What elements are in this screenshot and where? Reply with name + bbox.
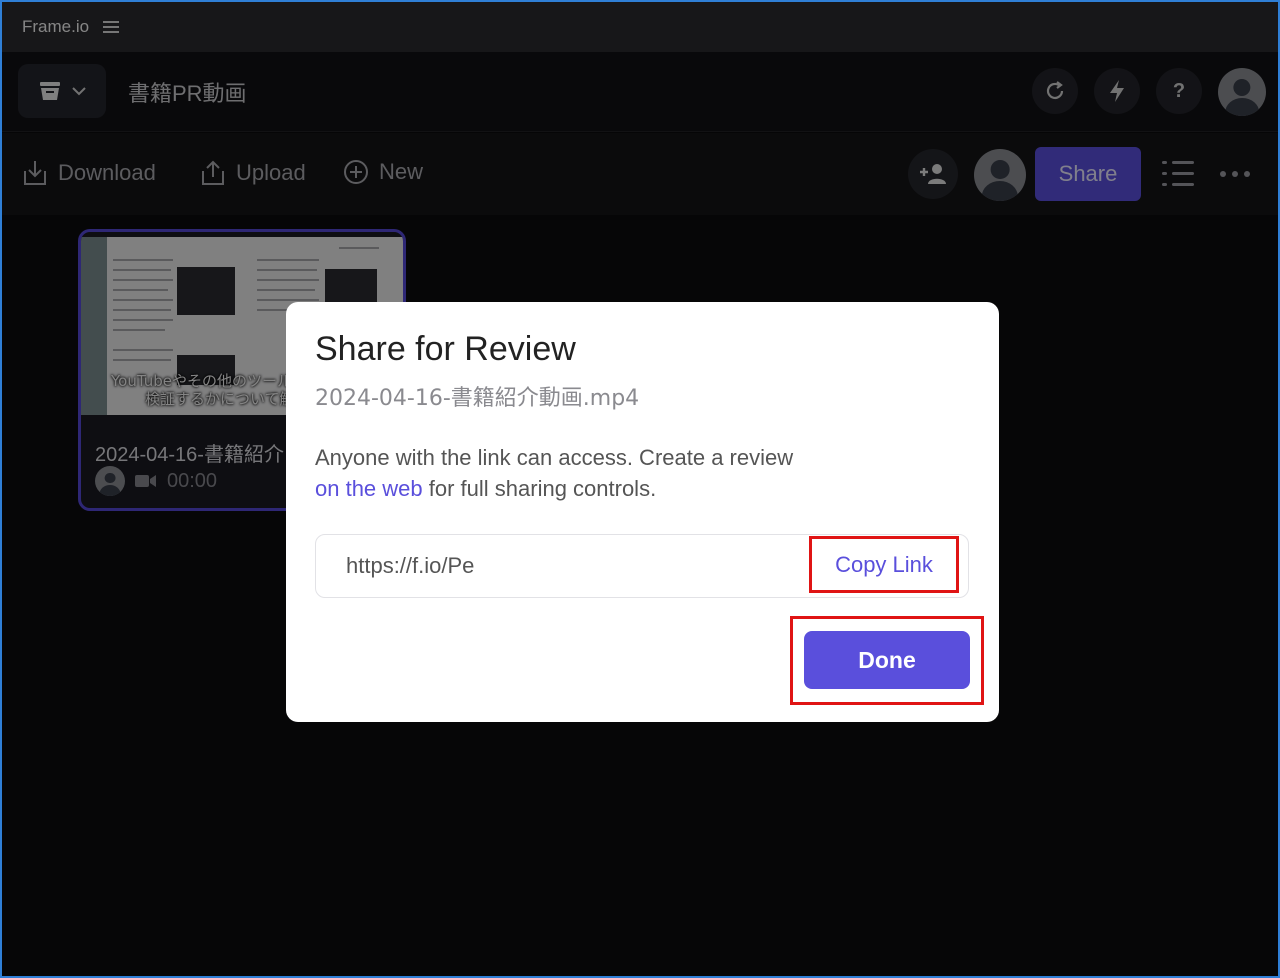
copy-link-button[interactable]: Copy Link bbox=[809, 536, 959, 593]
app-window: Frame.io 書籍PR動画 ? Download Upload New Sh… bbox=[0, 0, 1280, 978]
done-button[interactable]: Done bbox=[804, 631, 970, 689]
share-link-url[interactable]: https://f.io/Pe bbox=[346, 553, 474, 579]
on-the-web-link[interactable]: on the web bbox=[315, 476, 423, 501]
description-text-end: for full sharing controls. bbox=[422, 476, 657, 501]
dialog-filename: 2024-04-16-書籍紹介動画.mp4 bbox=[315, 386, 640, 411]
done-highlight-box: Done bbox=[790, 616, 984, 705]
share-link-field[interactable]: https://f.io/Pe Copy Link bbox=[315, 534, 969, 598]
share-for-review-dialog: Share for Review 2024-04-16-書籍紹介動画.mp4 A… bbox=[286, 302, 999, 722]
description-text: Anyone with the link can access. Create … bbox=[315, 445, 794, 470]
dialog-title: Share for Review bbox=[315, 330, 576, 368]
dialog-description: Anyone with the link can access. Create … bbox=[315, 442, 955, 504]
